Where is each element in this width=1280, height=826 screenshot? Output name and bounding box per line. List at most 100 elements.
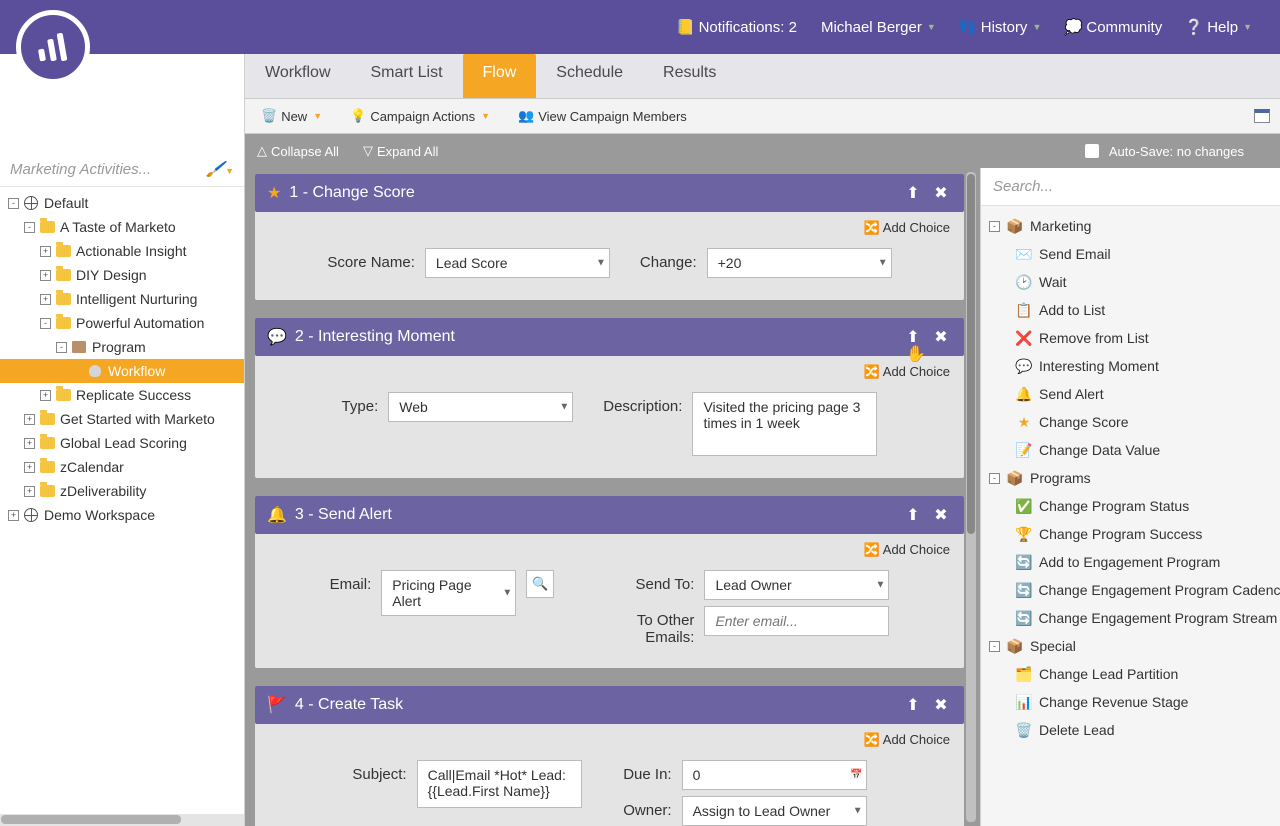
action-change-program-success[interactable]: 🏆Change Program Success	[981, 520, 1280, 548]
cadence-icon: 🔄	[1015, 581, 1032, 599]
logo[interactable]	[16, 10, 90, 84]
tree-item[interactable]: +zDeliverability	[0, 479, 244, 503]
collapse-all-button[interactable]: △ Collapse All	[257, 143, 339, 159]
action-change-engagement-cadence[interactable]: 🔄Change Engagement Program Cadence	[981, 576, 1280, 604]
expander-icon[interactable]: -	[40, 318, 51, 329]
expander-icon[interactable]: +	[40, 294, 51, 305]
add-choice-button[interactable]: 🔀 Add Choice	[255, 724, 964, 750]
action-add-to-list[interactable]: 📋Add to List	[981, 296, 1280, 324]
user-menu[interactable]: Michael Berger ▼	[809, 19, 948, 36]
help-menu[interactable]: ❔ Help ▼	[1174, 19, 1264, 36]
tree-item[interactable]: -A Taste of Marketo	[0, 215, 244, 239]
action-change-revenue-stage[interactable]: 📊Change Revenue Stage	[981, 688, 1280, 716]
expander-icon[interactable]: +	[24, 438, 35, 449]
action-send-email[interactable]: ✉️Send Email	[981, 240, 1280, 268]
tree-item[interactable]: +Global Lead Scoring	[0, 431, 244, 455]
tree-item[interactable]: +zCalendar	[0, 455, 244, 479]
expander-icon[interactable]: +	[24, 462, 35, 473]
step-header[interactable]: ★ 1 - Change Score ⬆ ✖	[255, 174, 964, 212]
tab-smartlist[interactable]: Smart List	[351, 54, 463, 98]
action-change-program-status[interactable]: ✅Change Program Status	[981, 492, 1280, 520]
step-header[interactable]: 🔔 3 - Send Alert ⬆ ✖	[255, 496, 964, 534]
notifications-link[interactable]: 📒 Notifications: 2	[666, 19, 809, 36]
tree-item[interactable]: -Program	[0, 335, 244, 359]
step-header[interactable]: 🚩 4 - Create Task ⬆ ✖	[255, 686, 964, 724]
expander-icon[interactable]: +	[24, 486, 35, 497]
move-up-icon[interactable]: ⬆ ✋	[902, 326, 924, 348]
preview-icon[interactable]: 🔍	[526, 570, 554, 598]
action-change-score[interactable]: ★Change Score	[981, 408, 1280, 436]
expander-icon[interactable]: +	[40, 270, 51, 281]
action-interesting-moment[interactable]: 💬Interesting Moment	[981, 352, 1280, 380]
other-emails-input[interactable]	[704, 606, 889, 636]
expand-all-button[interactable]: ▽ Expand All	[363, 143, 438, 159]
community-link[interactable]: 💭 Community	[1053, 19, 1174, 36]
expander-icon[interactable]: +	[40, 390, 51, 401]
tab-flow[interactable]: Flow	[463, 54, 537, 98]
star-icon: ★	[267, 183, 281, 203]
tree-item[interactable]: +Replicate Success	[0, 383, 244, 407]
action-remove-from-list[interactable]: ❌Remove from List	[981, 324, 1280, 352]
new-button[interactable]: 🗑️ New ▼	[255, 106, 328, 126]
expander-icon[interactable]: +	[24, 414, 35, 425]
h-scrollbar[interactable]	[0, 814, 244, 826]
close-icon[interactable]: ✖	[930, 694, 952, 716]
add-choice-button[interactable]: 🔀 Add Choice	[255, 534, 964, 560]
expander-icon[interactable]: +	[8, 510, 19, 521]
group-programs[interactable]: - 📦 Programs	[981, 464, 1280, 492]
tab-results[interactable]: Results	[643, 54, 736, 98]
subject-input[interactable]: Call|Email *Hot* Lead: {{Lead.First Name…	[417, 760, 582, 808]
step-header[interactable]: 💬 2 - Interesting Moment ⬆ ✋ ✖	[255, 318, 964, 356]
expander-icon[interactable]: -	[24, 222, 35, 233]
group-marketing[interactable]: - 📦 Marketing	[981, 212, 1280, 240]
move-up-icon[interactable]: ⬆	[902, 694, 924, 716]
tree-item[interactable]: -Powerful Automation	[0, 311, 244, 335]
filter-icon[interactable]: 🖌️▼	[206, 160, 234, 178]
description-input[interactable]: Visited the pricing page 3 times in 1 we…	[692, 392, 877, 456]
expander-icon[interactable]: -	[989, 641, 1000, 652]
email-select[interactable]: Pricing Page Alert ▼	[381, 570, 516, 616]
expander-icon[interactable]: -	[989, 221, 1000, 232]
type-select[interactable]: Web ▼	[388, 392, 573, 422]
close-icon[interactable]: ✖	[930, 504, 952, 526]
action-change-engagement-stream[interactable]: 🔄Change Engagement Program Stream	[981, 604, 1280, 632]
expander-icon[interactable]: +	[40, 246, 51, 257]
panel-toggle-icon[interactable]	[1254, 109, 1270, 123]
owner-select[interactable]: Assign to Lead Owner ▼	[682, 796, 867, 826]
close-icon[interactable]: ✖	[930, 326, 952, 348]
action-send-alert[interactable]: 🔔Send Alert	[981, 380, 1280, 408]
action-wait[interactable]: 🕑Wait	[981, 268, 1280, 296]
tree-item[interactable]: +Intelligent Nurturing	[0, 287, 244, 311]
right-search-input[interactable]: Search...	[981, 168, 1280, 206]
group-special[interactable]: - 📦 Special	[981, 632, 1280, 660]
sendto-select[interactable]: Lead Owner ▼	[704, 570, 889, 600]
campaign-actions-button[interactable]: 💡 Campaign Actions ▼	[344, 106, 496, 126]
tree-item[interactable]: Workflow	[0, 359, 244, 383]
history-menu[interactable]: 👣 History ▼	[948, 19, 1054, 36]
move-up-icon[interactable]: ⬆	[902, 182, 924, 204]
duein-input[interactable]: 0 📅	[682, 760, 867, 790]
add-choice-button[interactable]: 🔀 Add Choice	[255, 212, 964, 238]
tree-item[interactable]: -Default	[0, 191, 244, 215]
tree-item[interactable]: +Get Started with Marketo	[0, 407, 244, 431]
action-change-data-value[interactable]: 📝Change Data Value	[981, 436, 1280, 464]
action-add-to-engagement[interactable]: 🔄Add to Engagement Program	[981, 548, 1280, 576]
add-choice-button[interactable]: 🔀 Add Choice	[255, 356, 964, 382]
expander-icon[interactable]: -	[56, 342, 67, 353]
action-delete-lead[interactable]: 🗑️Delete Lead	[981, 716, 1280, 744]
tab-workflow[interactable]: Workflow	[245, 54, 351, 98]
change-select[interactable]: +20 ▼	[707, 248, 892, 278]
close-icon[interactable]: ✖	[930, 182, 952, 204]
view-members-button[interactable]: 👥 View Campaign Members	[512, 106, 693, 126]
tab-schedule[interactable]: Schedule	[536, 54, 643, 98]
move-up-icon[interactable]: ⬆	[902, 504, 924, 526]
tree-item[interactable]: +Actionable Insight	[0, 239, 244, 263]
score-name-select[interactable]: Lead Score ▼	[425, 248, 610, 278]
sidebar-search[interactable]: Marketing Activities... 🖌️▼	[0, 152, 244, 187]
action-change-lead-partition[interactable]: 🗂️Change Lead Partition	[981, 660, 1280, 688]
expander-icon[interactable]: -	[989, 473, 1000, 484]
tree-item[interactable]: +Demo Workspace	[0, 503, 244, 527]
tree-item[interactable]: +DIY Design	[0, 263, 244, 287]
v-scrollbar[interactable]	[966, 172, 976, 822]
expander-icon[interactable]: -	[8, 198, 19, 209]
